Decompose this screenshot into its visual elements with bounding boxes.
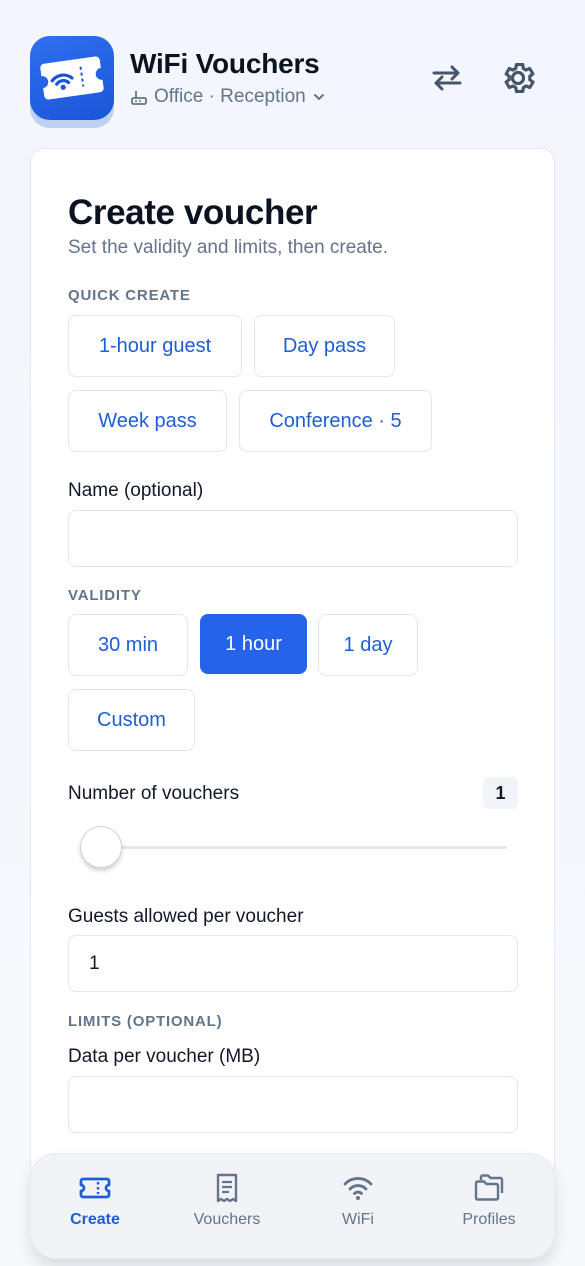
card-subtitle: Set the validity and limits, then create…: [68, 237, 388, 258]
switch-site-button[interactable]: [427, 58, 467, 98]
nav-vouchers-label: Vouchers: [193, 1211, 261, 1228]
guests-input[interactable]: 1: [68, 935, 518, 992]
create-voucher-card: Create voucher Set the validity and limi…: [30, 148, 555, 1178]
validity-1-hour[interactable]: 1 hour: [200, 614, 307, 674]
name-label: Name (optional): [68, 480, 204, 501]
limits-label: LIMITS (OPTIONAL): [68, 1013, 223, 1030]
swap-arrows-icon: [432, 65, 462, 91]
nav-create[interactable]: Create: [45, 1171, 145, 1229]
guests-label: Guests allowed per voucher: [68, 906, 304, 927]
quick-create-day-pass[interactable]: Day pass: [254, 315, 395, 377]
quick-create-1-hour-guest[interactable]: 1-hour guest: [68, 315, 242, 377]
app-title: WiFi Vouchers: [130, 48, 320, 79]
data-limit-input[interactable]: [68, 1076, 518, 1133]
card-title: Create voucher: [68, 193, 318, 232]
site-name: Office · Reception: [154, 86, 306, 107]
quick-create-week-pass[interactable]: Week pass: [68, 390, 227, 452]
nav-wifi[interactable]: WiFi: [308, 1171, 408, 1229]
vouchers-count-badge: 1: [483, 777, 518, 809]
wifi-ticket-icon: [40, 56, 104, 100]
gear-icon: [504, 62, 535, 94]
nav-create-label: Create: [70, 1211, 120, 1228]
vouchers-count-label: Number of vouchers: [68, 783, 240, 804]
folders-icon: [474, 1174, 504, 1201]
receipt-icon: [216, 1173, 238, 1203]
validity-30-min[interactable]: 30 min: [68, 614, 188, 676]
nav-profiles[interactable]: Profiles: [439, 1171, 539, 1229]
name-input[interactable]: [68, 510, 518, 567]
data-limit-label: Data per voucher (MB): [68, 1046, 261, 1067]
nav-wifi-label: WiFi: [342, 1211, 374, 1228]
nav-profiles-label: Profiles: [462, 1211, 516, 1228]
nav-vouchers[interactable]: Vouchers: [177, 1171, 277, 1229]
app-header: WiFi Vouchers Office · Reception: [30, 36, 555, 130]
chevron-down-icon: [313, 94, 324, 100]
validity-label: VALIDITY: [68, 587, 142, 604]
router-icon: [131, 91, 147, 105]
wifi-icon: [343, 1177, 373, 1200]
quick-create-label: QUICK CREATE: [68, 287, 191, 304]
settings-button[interactable]: [498, 58, 538, 98]
vouchers-slider-thumb[interactable]: [80, 826, 122, 868]
vouchers-slider-track[interactable]: [93, 846, 507, 849]
app-logo: [30, 36, 114, 128]
bottom-nav: Create Vouchers WiFi Profiles: [30, 1153, 555, 1259]
site-selector[interactable]: Office · Reception: [130, 86, 326, 108]
quick-create-conference[interactable]: Conference · 5: [239, 390, 432, 452]
validity-custom[interactable]: Custom: [68, 689, 195, 751]
validity-1-day[interactable]: 1 day: [318, 614, 418, 676]
ticket-icon: [79, 1177, 111, 1199]
